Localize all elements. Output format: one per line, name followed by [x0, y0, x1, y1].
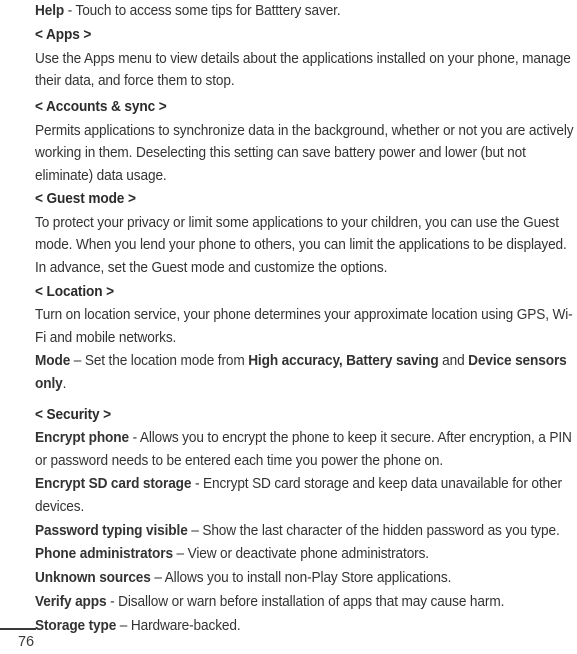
location-heading: < Location >: [35, 283, 115, 300]
accounts-sync-body: Permits applications to synchronize data…: [35, 122, 574, 184]
encrypt-phone-term: Encrypt phone: [35, 430, 129, 447]
help-entry: Help - Touch to access some tips for Bat…: [35, 0, 577, 22]
help-description: Touch to access some tips for Batttery s…: [75, 3, 341, 19]
verify-apps-description: Disallow or warn before installation of …: [118, 593, 505, 610]
password-typing-term: Password typing visible: [35, 522, 188, 539]
mode-entry: Mode – Set the location mode from High a…: [35, 350, 577, 395]
guest-mode-body: To protect your privacy or limit some ap…: [35, 215, 567, 276]
phone-administrators-description: View or deactivate phone administrators.: [187, 546, 430, 563]
manual-page: Help - Touch to access some tips for Bat…: [0, 0, 577, 654]
security-heading: < Security >: [35, 406, 112, 423]
apps-body: Use the Apps menu to view details about …: [35, 50, 571, 89]
accounts-sync-heading: < Accounts & sync >: [35, 99, 167, 116]
phone-administrators-entry: Phone administrators – View or deactivat…: [35, 543, 577, 565]
verify-apps-entry: Verify apps - Disallow or warn before in…: [35, 591, 577, 613]
verify-apps-term: Verify apps: [35, 593, 107, 610]
encrypt-sd-term: Encrypt SD card storage: [35, 476, 192, 493]
phone-administrators-term: Phone administrators: [35, 546, 173, 563]
apps-heading: < Apps >: [35, 26, 92, 43]
text-run-2: High accuracy, Battery saving: [248, 353, 439, 370]
text-run-1: – Set the location mode from: [70, 353, 249, 370]
text-run-0: Mode: [35, 353, 71, 370]
unknown-sources-entry: Unknown sources – Allows you to install …: [35, 567, 577, 589]
unknown-sources-description: Allows you to install non-Play Store app…: [164, 570, 452, 587]
encrypt-phone-entry: Encrypt phone - Allows you to encrypt th…: [35, 427, 577, 472]
password-typing-separator: –: [187, 522, 203, 539]
verify-apps-separator: -: [106, 593, 119, 610]
encrypt-sd-entry: Encrypt SD card storage - Encrypt SD car…: [35, 473, 577, 518]
guest-mode-heading: < Guest mode >: [35, 191, 136, 208]
text-run-3: and: [438, 353, 469, 370]
text-run-5: .: [62, 375, 67, 392]
phone-administrators-separator: –: [172, 546, 188, 563]
password-typing-description: Show the last character of the hidden pa…: [202, 522, 560, 539]
page-footer: 76: [0, 628, 120, 654]
help-separator: -: [64, 3, 76, 19]
unknown-sources-separator: –: [150, 570, 165, 587]
unknown-sources-term: Unknown sources: [35, 570, 151, 587]
encrypt-sd-separator: -: [191, 476, 204, 493]
page-number: 76: [18, 634, 34, 650]
encrypt-phone-separator: -: [128, 430, 140, 447]
location-body: Turn on location service, your phone det…: [35, 307, 573, 346]
footer-divider: [0, 628, 36, 630]
page-content: Help - Touch to access some tips for Bat…: [35, 0, 577, 637]
help-term: Help: [35, 3, 65, 19]
password-typing-entry: Password typing visible – Show the last …: [35, 520, 577, 542]
storage-type-description: Hardware-backed.: [130, 617, 241, 634]
